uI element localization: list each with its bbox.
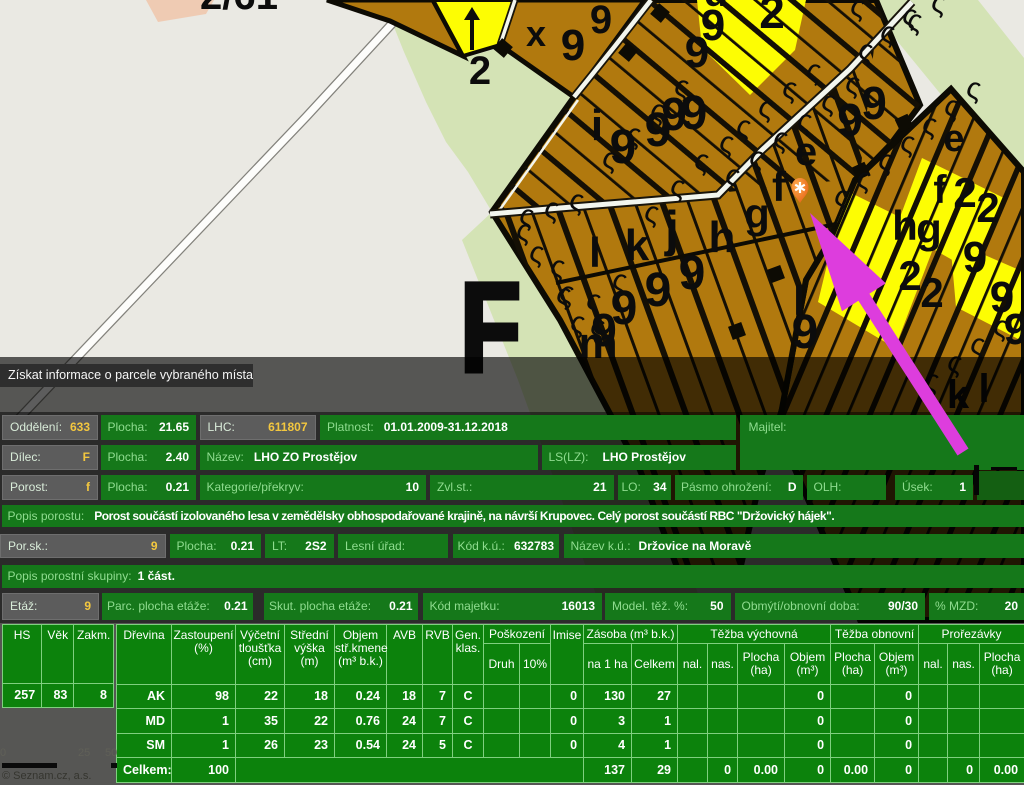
svg-text:2: 2 <box>976 184 999 231</box>
svg-text:l: l <box>589 229 601 276</box>
svg-text:2/61: 2/61 <box>200 0 278 18</box>
svg-text:h: h <box>709 213 736 262</box>
svg-text:2: 2 <box>920 269 943 316</box>
svg-text:9: 9 <box>861 77 887 129</box>
svg-text:g: g <box>916 205 942 252</box>
svg-text:9: 9 <box>590 0 612 42</box>
svg-text:9: 9 <box>679 247 706 300</box>
svg-text:e: e <box>943 118 964 160</box>
svg-text:9: 9 <box>645 264 672 317</box>
svg-text:i: i <box>591 101 603 150</box>
svg-text:2: 2 <box>759 0 785 38</box>
svg-text:x: x <box>526 13 546 54</box>
svg-text:2: 2 <box>953 169 976 216</box>
svg-text:9: 9 <box>963 233 987 282</box>
svg-text:g: g <box>744 190 770 237</box>
svg-text:9: 9 <box>792 306 819 359</box>
svg-text:9: 9 <box>685 28 709 77</box>
svg-text:9: 9 <box>561 21 585 70</box>
svg-text:9: 9 <box>837 94 863 146</box>
svg-text:2: 2 <box>898 252 921 299</box>
svg-text:h: h <box>892 202 918 249</box>
svg-text:k: k <box>625 221 650 270</box>
svg-text:j: j <box>664 201 679 257</box>
svg-text:f: f <box>772 163 787 210</box>
svg-text:2: 2 <box>469 49 491 93</box>
